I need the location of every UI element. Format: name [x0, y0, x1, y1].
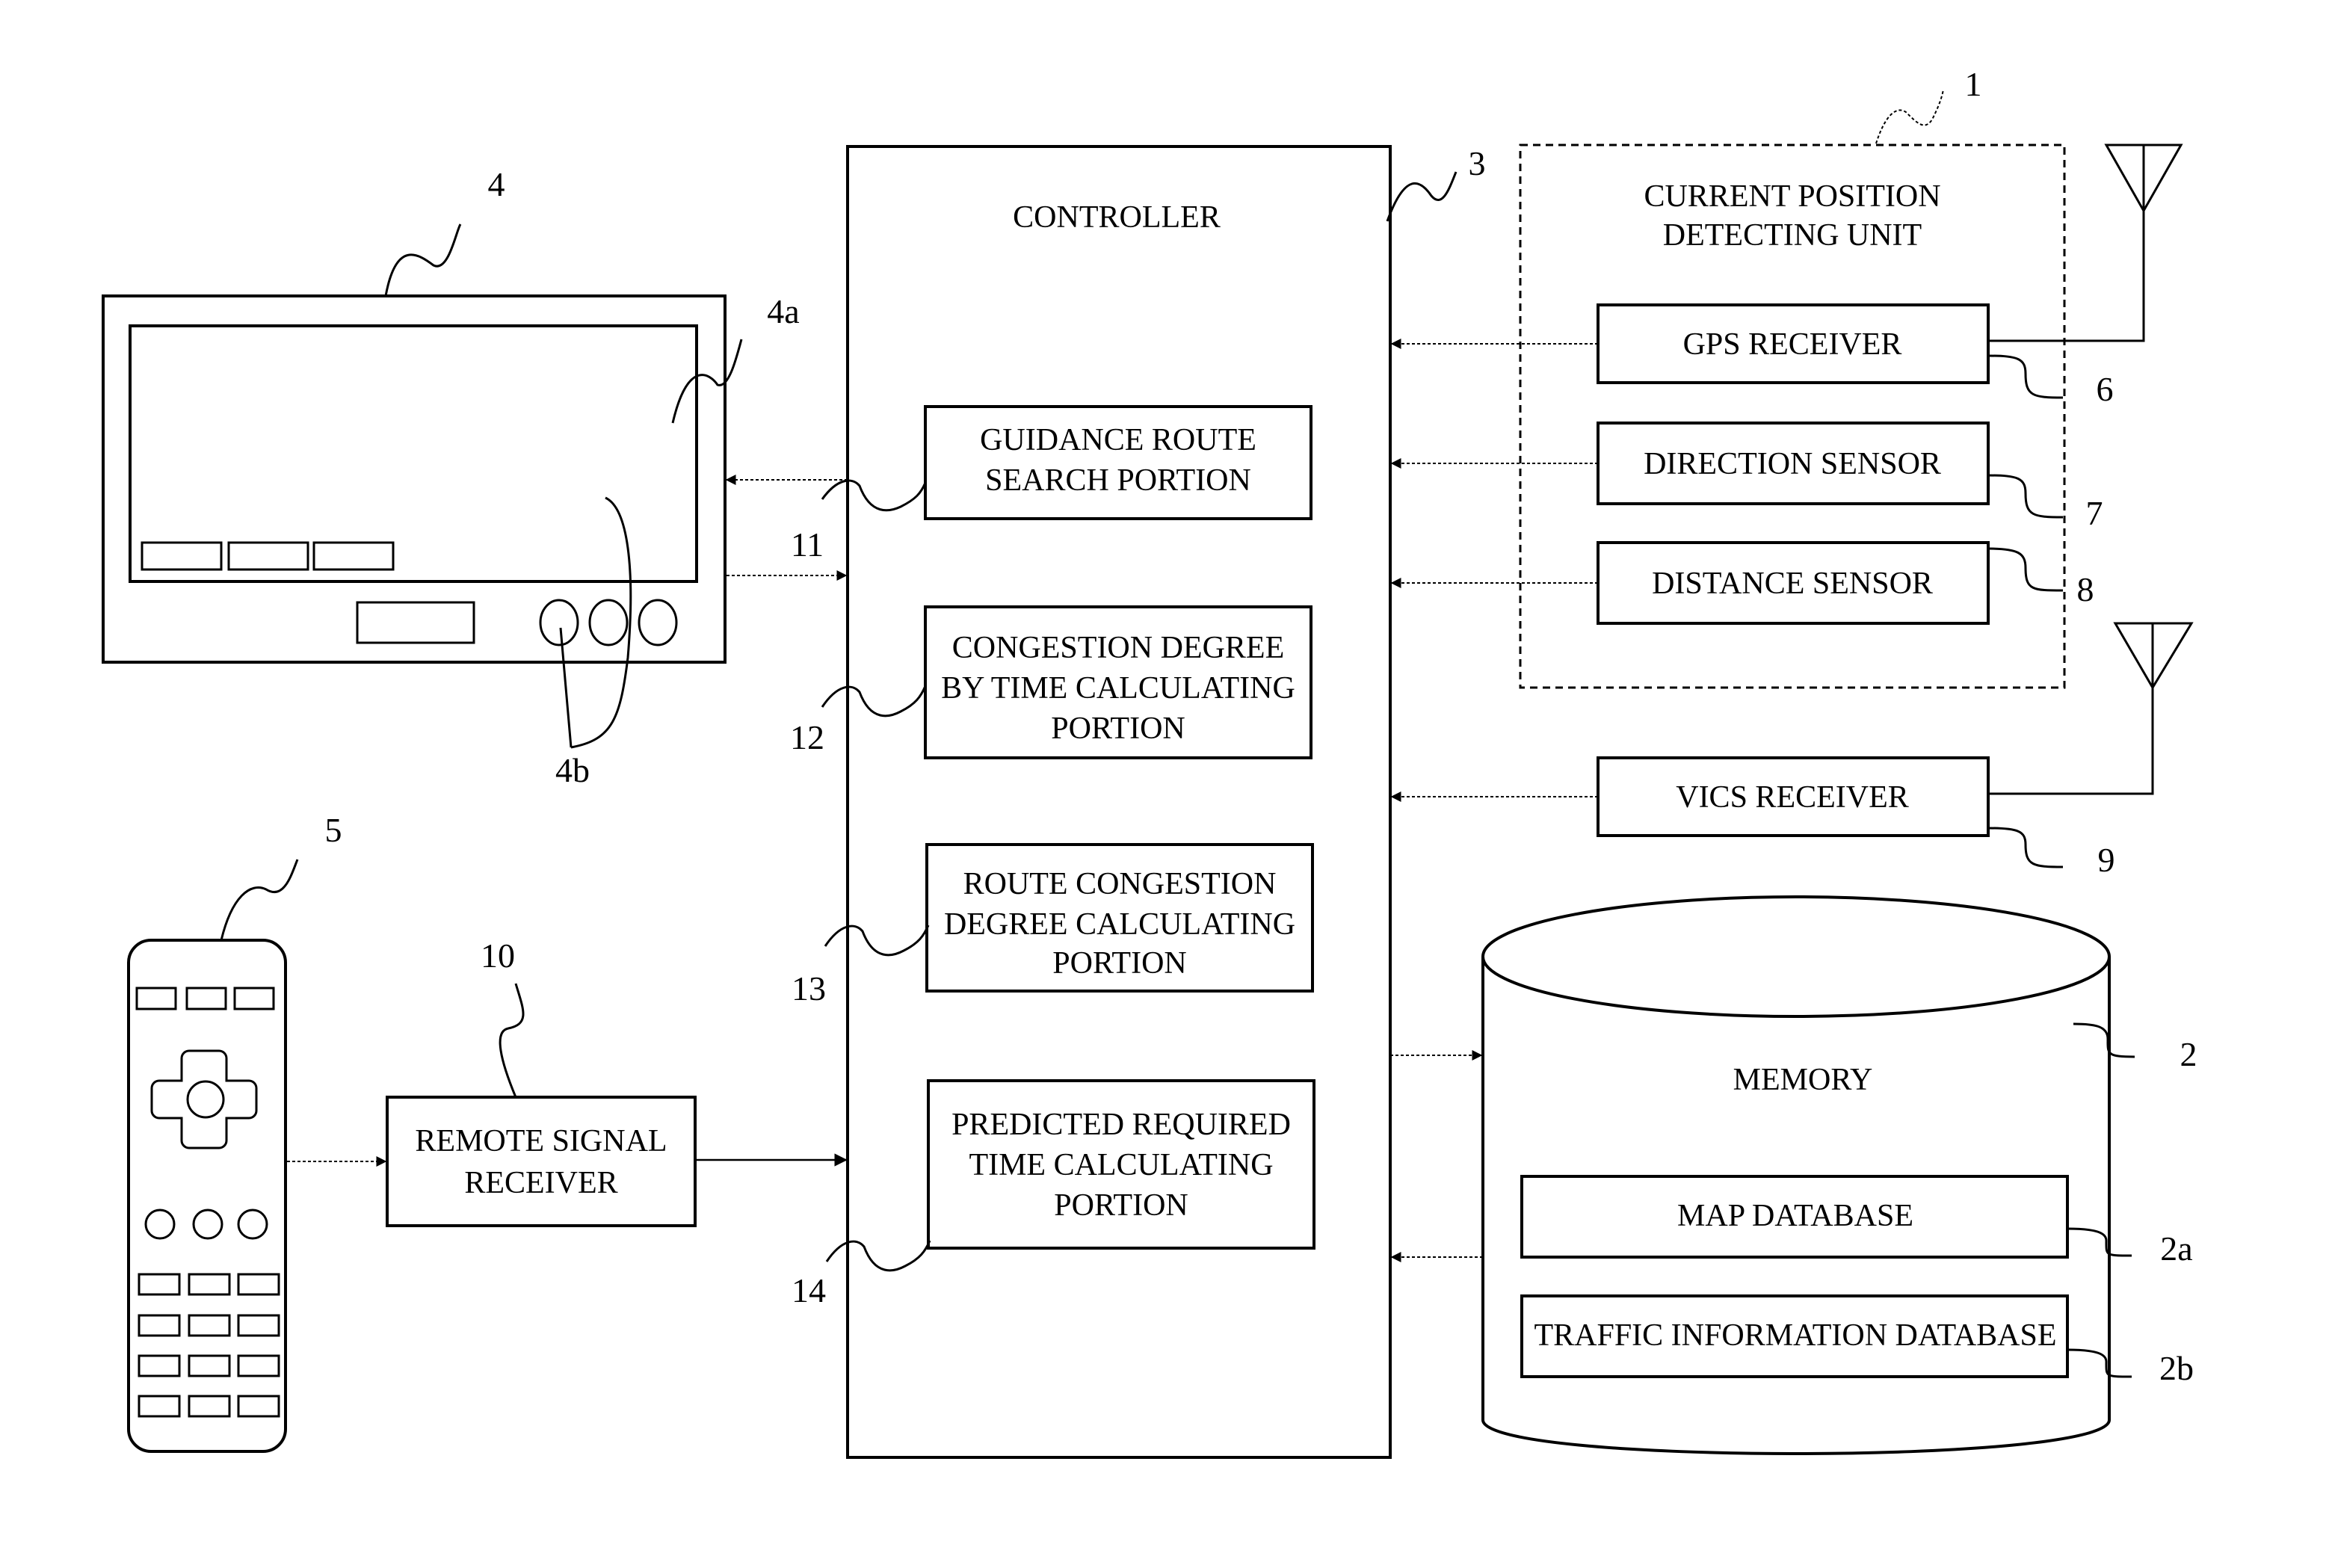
ref-numeral-2: 2 — [2180, 1035, 2197, 1073]
leader-line-3 — [1386, 171, 1458, 222]
controller: CONTROLLER 3 GUIDANCE ROUTE SEARCH PORTI… — [790, 144, 1486, 1459]
memory-cylinder-top — [1481, 895, 2111, 1018]
ref-numeral-7: 7 — [2086, 494, 2103, 532]
controller-box — [846, 145, 1392, 1459]
remote-control: 5 — [127, 811, 342, 1453]
current-position-detecting-unit: CURRENT POSITION DETECTING UNIT 1 GPS RE… — [1519, 65, 2114, 689]
display-unit: 4 4a 4b — [102, 165, 800, 789]
portion-12-line1: CONGESTION DEGREE — [952, 631, 1284, 665]
ref-numeral-4a: 4a — [767, 292, 799, 330]
leader-line-10 — [499, 983, 525, 1098]
leader-line-8 — [1987, 547, 2064, 592]
ref-numeral-8: 8 — [2077, 570, 2094, 608]
portion-11-line2: SEARCH PORTION — [985, 463, 1251, 498]
position-unit-title-line2: DETECTING UNIT — [1663, 218, 1922, 253]
ref-numeral-9: 9 — [2098, 841, 2115, 879]
navigation-system-block-diagram: 4 4a 4b 5 REMOTE SIGNAL RECEIVER 10 CONT… — [102, 65, 2197, 1459]
portion-14-line1: PREDICTED REQUIRED — [951, 1108, 1291, 1142]
vics-antenna-icon — [1988, 622, 2194, 795]
ref-numeral-6: 6 — [2097, 370, 2114, 408]
leader-line-9 — [1987, 827, 2064, 868]
remote-signal-receiver-label-line1: REMOTE SIGNAL — [415, 1124, 667, 1158]
memory: MEMORY 2 MAP DATABASE 2a TRAFFIC INFORMA… — [1481, 895, 2197, 1455]
portion-12-line3: PORTION — [1051, 712, 1185, 746]
ref-numeral-3: 3 — [1469, 144, 1486, 182]
ref-numeral-14: 14 — [792, 1271, 826, 1309]
leader-line-4 — [384, 223, 462, 297]
gps-receiver-label: GPS RECEIVER — [1683, 327, 1902, 362]
ref-numeral-2b: 2b — [2159, 1349, 2194, 1387]
portion-14-line2: TIME CALCULATING — [969, 1148, 1273, 1182]
leader-line-6 — [1987, 354, 2064, 399]
portion-14-line3: PORTION — [1054, 1188, 1188, 1223]
ref-numeral-5: 5 — [325, 811, 342, 849]
ref-numeral-13: 13 — [792, 969, 826, 1007]
portion-11-line1: GUIDANCE ROUTE — [980, 423, 1256, 457]
position-unit-title-line1: CURRENT POSITION — [1644, 179, 1940, 214]
ref-numeral-4: 4 — [488, 165, 505, 203]
portion-13-line1: ROUTE CONGESTION — [963, 867, 1277, 901]
leader-line-5 — [220, 859, 299, 941]
remote-signal-receiver-label-line2: RECEIVER — [464, 1166, 617, 1200]
vics-receiver-label: VICS RECEIVER — [1676, 780, 1909, 815]
distance-sensor-label: DISTANCE SENSOR — [1652, 567, 1933, 601]
ref-numeral-10: 10 — [481, 936, 515, 975]
remote-body — [127, 939, 287, 1453]
direction-sensor-label: DIRECTION SENSOR — [1644, 447, 1941, 481]
remote-signal-receiver-box — [386, 1096, 697, 1227]
map-database-label: MAP DATABASE — [1677, 1199, 1913, 1233]
ref-numeral-11: 11 — [791, 525, 824, 564]
portion-13-line3: PORTION — [1052, 946, 1186, 981]
traffic-information-database-label: TRAFFIC INFORMATION DATABASE — [1534, 1318, 2056, 1353]
ref-numeral-12: 12 — [790, 718, 824, 756]
vics-receiver: VICS RECEIVER 9 — [1597, 756, 2115, 879]
ref-numeral-4b: 4b — [555, 751, 590, 789]
ref-numeral-2a: 2a — [2160, 1229, 2192, 1268]
leader-line-1 — [1875, 89, 1944, 144]
remote-signal-receiver: REMOTE SIGNAL RECEIVER 10 — [386, 936, 697, 1227]
portion-12-line2: BY TIME CALCULATING — [941, 671, 1295, 706]
memory-title: MEMORY — [1733, 1063, 1873, 1097]
ref-numeral-1: 1 — [1965, 65, 1982, 103]
leader-line-7 — [1987, 474, 2064, 519]
portion-13-line2: DEGREE CALCULATING — [944, 907, 1295, 942]
controller-title: CONTROLLER — [1013, 200, 1221, 235]
gps-antenna-icon — [1988, 143, 2183, 342]
